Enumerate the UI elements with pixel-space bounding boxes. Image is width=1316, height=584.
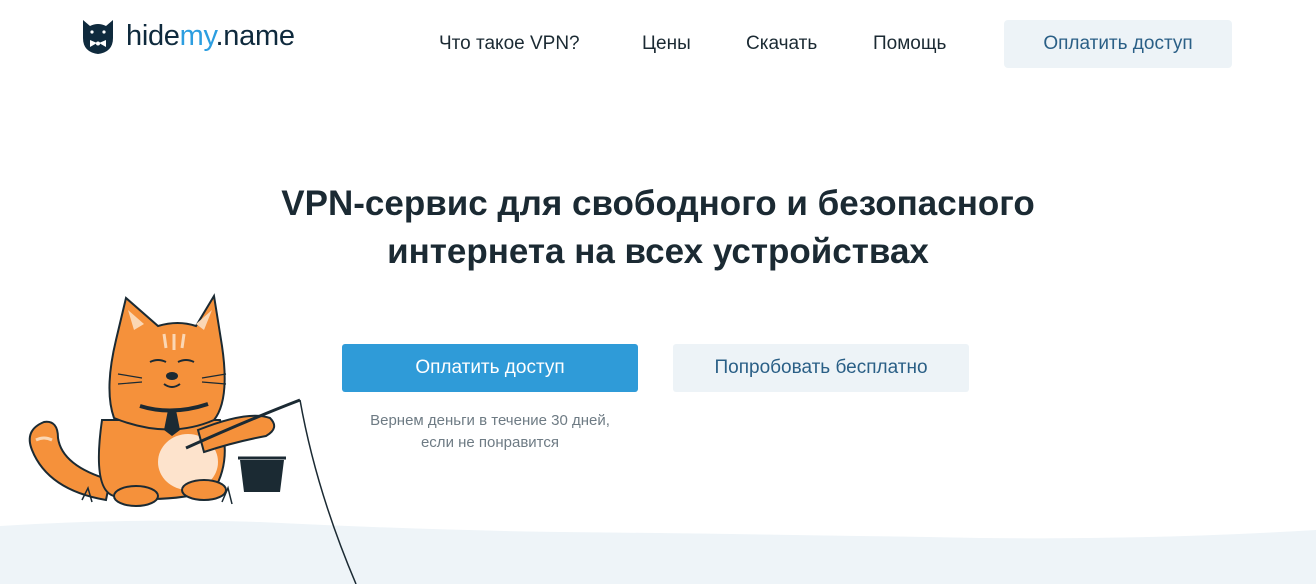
header-pay-button[interactable]: Оплатить доступ	[1004, 20, 1232, 68]
hero-title-line-1: VPN-сервис для свободного и безопасного	[281, 184, 1035, 223]
nav-link-what-is-vpn[interactable]: Что такое VPN?	[439, 33, 580, 55]
hero-title-line-2: интернета на всех устройствах	[387, 232, 929, 271]
refund-note-line-1: Вернем деньги в течение 30 дней,	[370, 412, 610, 429]
site-header: hidemy.name Что такое VPN? Цены Скачать …	[0, 0, 1316, 90]
nav-link-download[interactable]: Скачать	[746, 33, 817, 55]
logo-wordmark: hidemy.name	[126, 19, 295, 52]
cat-logo-icon	[83, 20, 113, 54]
site-logo[interactable]: hidemy.name	[80, 16, 295, 56]
pay-access-button[interactable]: Оплатить доступ	[342, 344, 638, 392]
refund-note: Вернем деньги в течение 30 дней, если не…	[342, 410, 638, 454]
hero-title: VPN-сервис для свободного и безопасного …	[0, 180, 1316, 276]
nav-link-help[interactable]: Помощь	[873, 33, 946, 55]
refund-note-line-2: если не понравится	[420, 434, 560, 451]
nav-link-prices[interactable]: Цены	[642, 33, 691, 55]
fishing-cat-illustration	[28, 293, 357, 584]
try-free-button[interactable]: Попробовать бесплатно	[673, 344, 969, 392]
